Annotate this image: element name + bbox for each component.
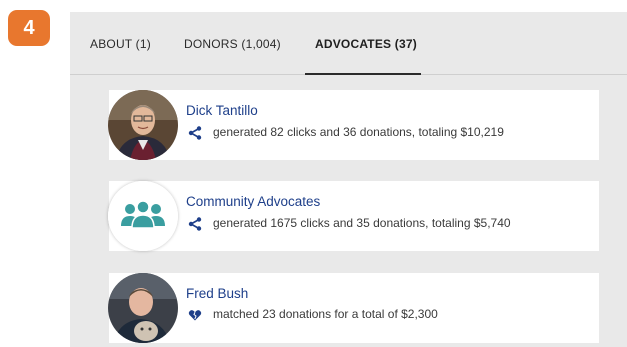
- person-photo-icon: [108, 273, 178, 343]
- avatar: [108, 273, 178, 343]
- step-number-badge: 4: [8, 10, 50, 46]
- advocate-name-link[interactable]: Dick Tantillo: [186, 103, 258, 118]
- advocate-stat: matched 23 donations for a total of $2,3…: [213, 307, 438, 321]
- active-tab-indicator: [305, 73, 421, 75]
- broken-heart-icon: [188, 308, 202, 322]
- group-icon: [108, 181, 178, 251]
- share-icon: [188, 217, 202, 231]
- avatar: [108, 90, 178, 160]
- advocate-name-link[interactable]: Fred Bush: [186, 286, 248, 301]
- tab-advocates[interactable]: ADVOCATES (37): [315, 37, 417, 51]
- person-photo-icon: [108, 90, 178, 160]
- advocate-name-link[interactable]: Community Advocates: [186, 194, 320, 209]
- tab-about[interactable]: ABOUT (1): [90, 37, 151, 51]
- advocate-stat: generated 1675 clicks and 35 donations, …: [213, 216, 511, 230]
- advocate-stat: generated 82 clicks and 36 donations, to…: [213, 125, 504, 139]
- tab-donors[interactable]: DONORS (1,004): [184, 37, 281, 51]
- tab-bar: ABOUT (1) DONORS (1,004) ADVOCATES (37): [70, 12, 627, 75]
- avatar: [108, 181, 178, 251]
- share-icon: [188, 126, 202, 140]
